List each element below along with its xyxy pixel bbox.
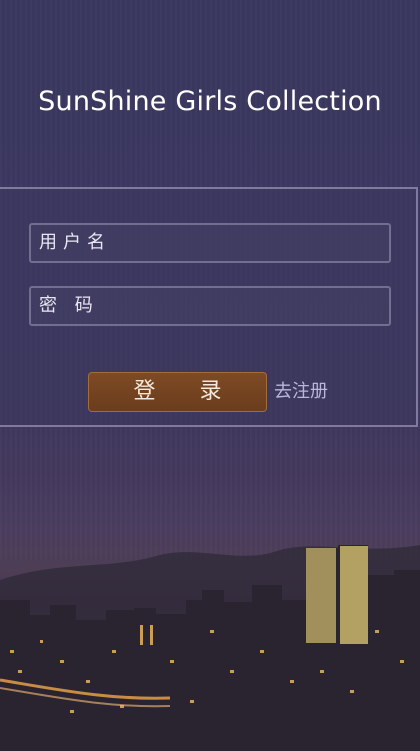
login-panel: 用户名 密 码 登录 去注册 — [0, 187, 418, 427]
city-skyline-image — [0, 530, 420, 751]
username-input[interactable]: 用户名 — [29, 223, 391, 263]
login-button[interactable]: 登录 — [88, 372, 267, 412]
app-title: SunShine Girls Collection — [38, 86, 382, 117]
register-link[interactable]: 去注册 — [274, 379, 328, 405]
password-input[interactable]: 密 码 — [29, 286, 391, 326]
